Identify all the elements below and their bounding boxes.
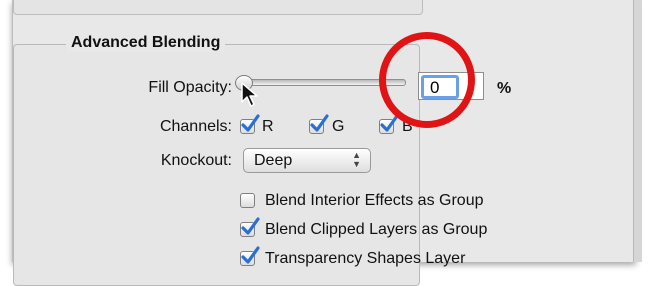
- channel-r-checkbox[interactable]: [240, 114, 260, 134]
- channel-b-checkbox[interactable]: [379, 114, 399, 134]
- blend-clipped-layers-label: Blend Clipped Layers as Group: [265, 221, 488, 238]
- channels-label: Channels:: [159, 118, 232, 135]
- knockout-label: Knockout:: [160, 152, 232, 169]
- blend-interior-effects-label: Blend Interior Effects as Group: [265, 192, 484, 209]
- highlight-circle: [379, 32, 475, 128]
- dialog-side-panel: [633, 0, 642, 262]
- screenshot-frame: Advanced Blending Fill Opacity: 0 % Chan…: [0, 0, 652, 286]
- transparency-shapes-layer-checkbox[interactable]: [240, 246, 260, 266]
- up-down-arrows-icon: ▲ ▼: [352, 150, 361, 169]
- fill-opacity-label: Fill Opacity:: [148, 79, 232, 96]
- transparency-shapes-layer-label: Transparency Shapes Layer: [265, 250, 466, 267]
- channel-g-label: G: [332, 118, 345, 135]
- knockout-select[interactable]: Deep ▲ ▼: [243, 148, 371, 173]
- percent-unit-label: %: [497, 80, 512, 97]
- checkmark-icon: [241, 114, 260, 132]
- channel-g-checkbox[interactable]: [309, 114, 329, 134]
- checkmark-icon: [310, 114, 329, 132]
- group-title: Advanced Blending: [66, 34, 226, 52]
- checkmark-icon: [241, 246, 260, 264]
- mouse-cursor-icon: [241, 82, 258, 107]
- blend-interior-effects-checkbox[interactable]: [240, 193, 255, 208]
- checkmark-icon: [241, 217, 260, 235]
- channel-r-label: R: [262, 118, 274, 135]
- knockout-selected-value: Deep: [254, 152, 293, 169]
- upper-section-panel: [13, 0, 423, 15]
- blend-clipped-layers-checkbox[interactable]: [240, 217, 260, 237]
